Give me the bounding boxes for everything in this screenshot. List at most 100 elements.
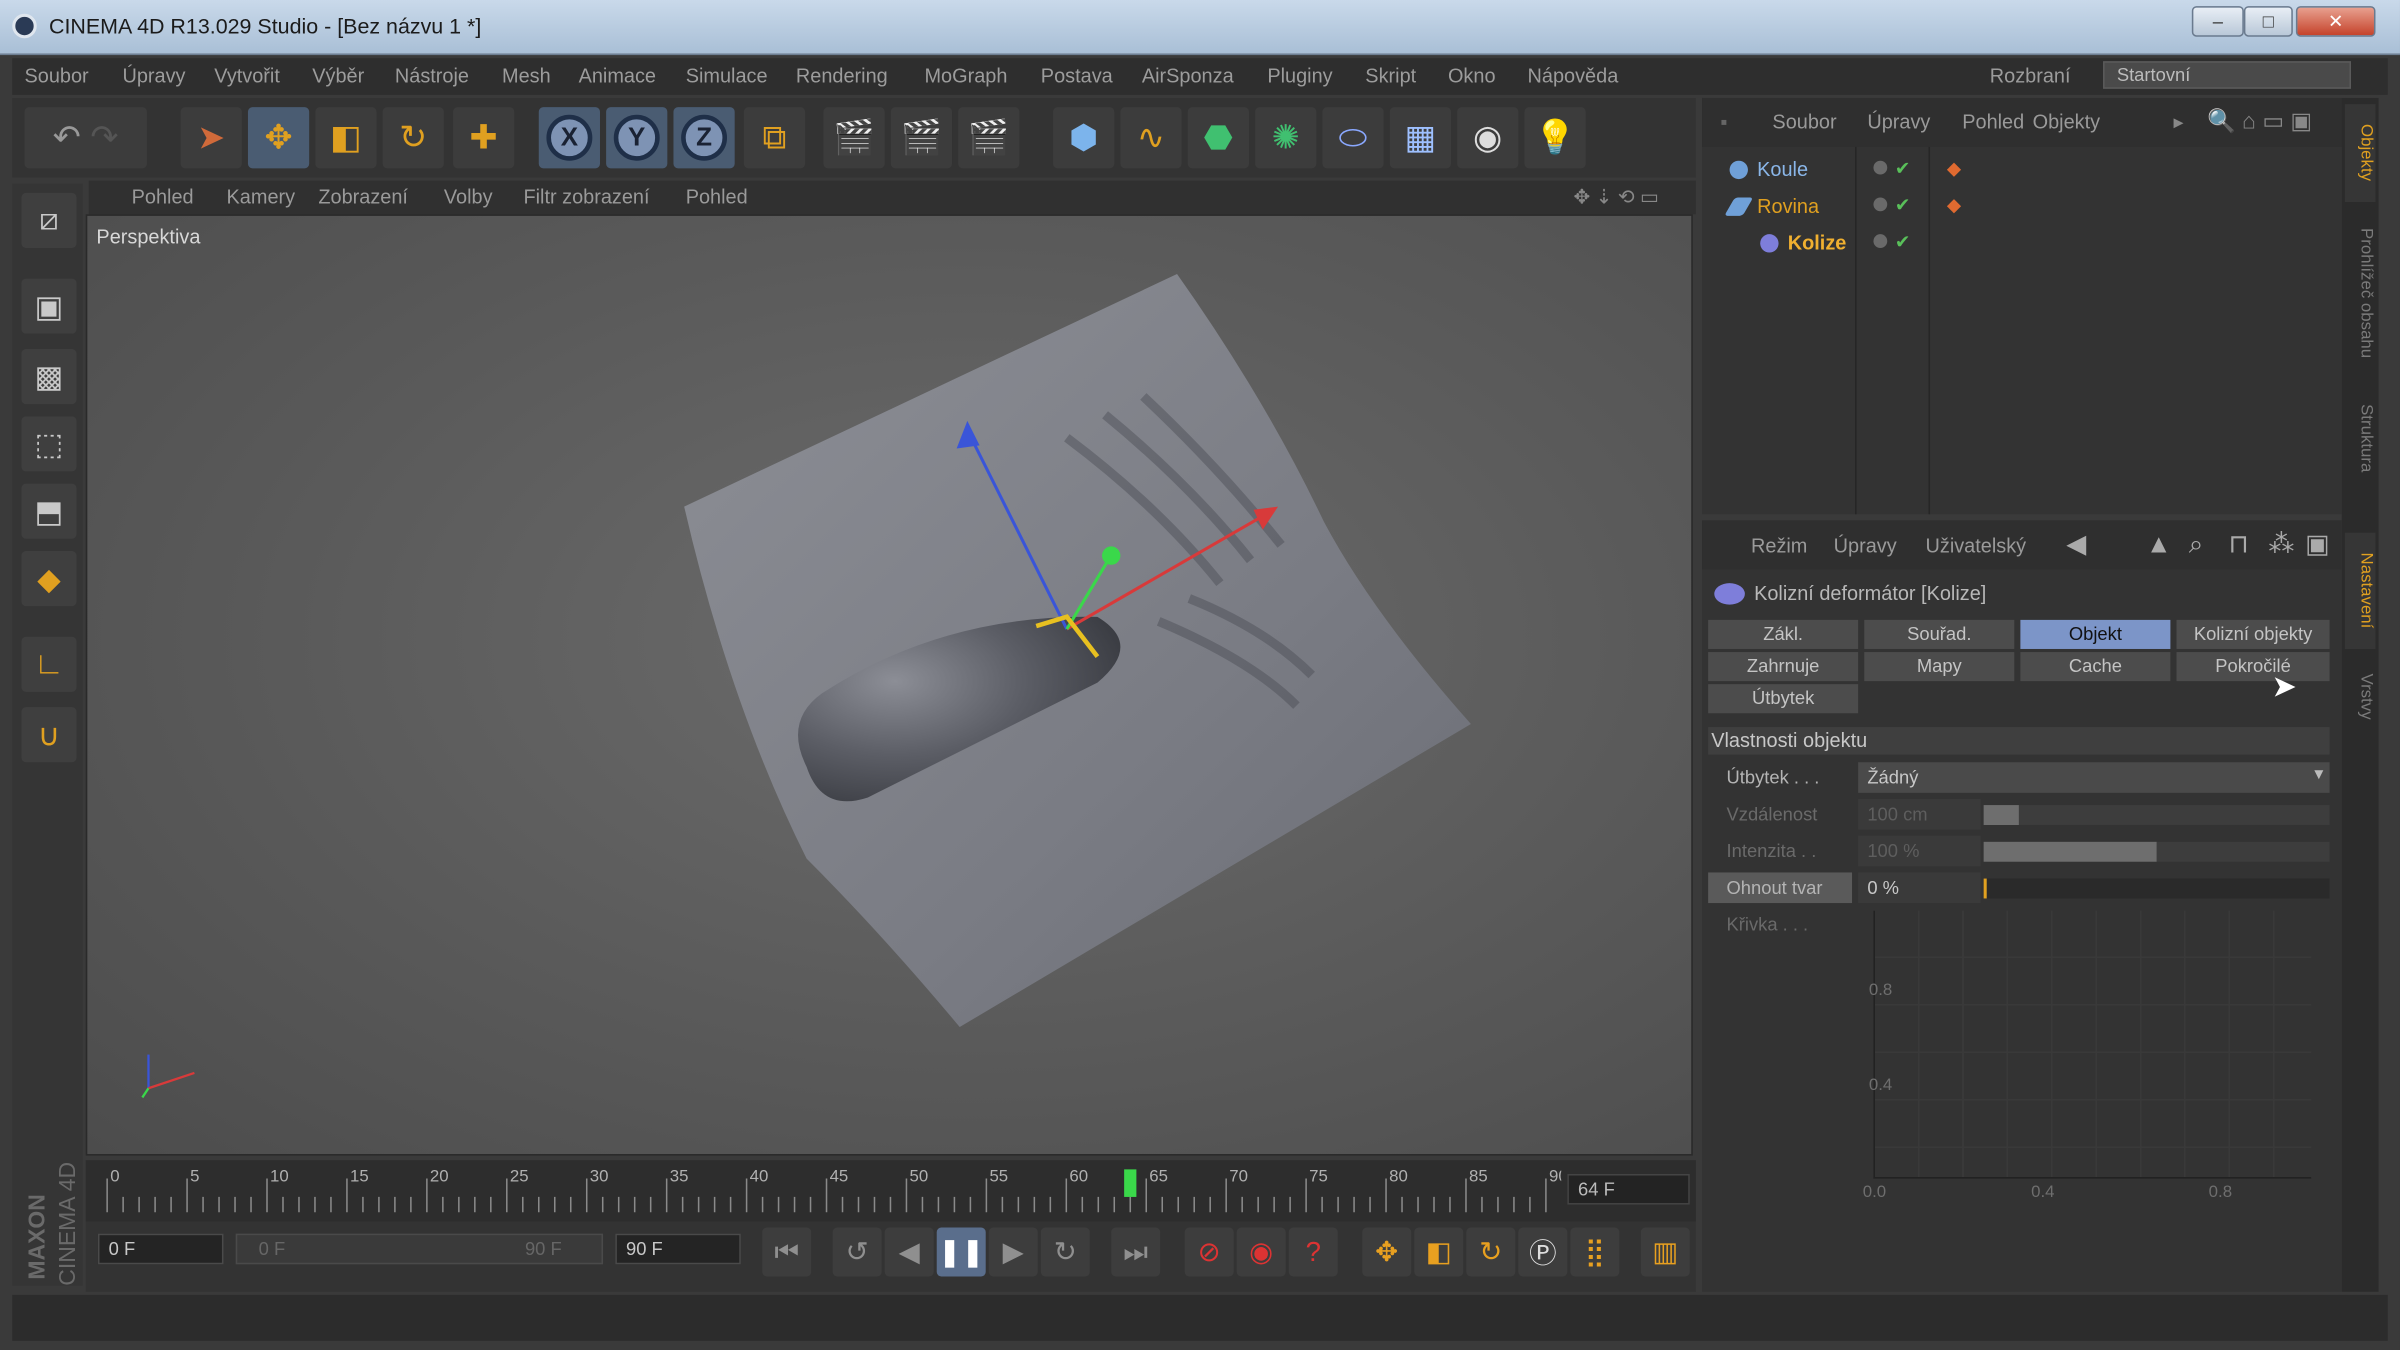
scale-tool-icon[interactable]: ◧: [315, 107, 377, 169]
end-frame-field[interactable]: 90 F: [615, 1233, 741, 1265]
layout-dropdown[interactable]: Startovní: [2103, 61, 2352, 89]
om-menu-pohled[interactable]: Pohled: [1962, 110, 2024, 133]
vzdalenost-slider[interactable]: [1983, 805, 2330, 825]
falloff-curve-graph[interactable]: 0.8 0.4 0.0 0.4 0.8: [1863, 910, 2312, 1202]
menu-postava[interactable]: Postava: [1041, 64, 1113, 87]
ohnout-tvar-slider[interactable]: [1983, 878, 2330, 899]
timeline-scale[interactable]: 0 5 10 15 20 25 30 35 40 45 50 55 60 65 70 75 80 85 90: [92, 1163, 1561, 1215]
tab-objekt[interactable]: Objekt: [2020, 619, 2171, 649]
enabled-check-icon[interactable]: ✔: [1895, 231, 1910, 252]
y-axis-lock-button[interactable]: Y: [606, 107, 668, 169]
om-search-icon[interactable]: 🔍 ⌂ ▭ ▣: [2207, 107, 2312, 135]
new-window-icon[interactable]: ▣: [2305, 530, 2330, 561]
param-utbytek[interactable]: Útbytek . . . Žádný ▼: [1708, 762, 2330, 793]
prev-frame-icon[interactable]: ◀: [884, 1227, 934, 1277]
object-row-koule[interactable]: Koule ✔ ◆: [1714, 153, 2334, 187]
menu-soubor[interactable]: Soubor: [24, 64, 88, 87]
utbytek-dropdown[interactable]: Žádný: [1858, 762, 2330, 793]
tab-mapy[interactable]: Mapy: [1864, 652, 2015, 682]
am-menu-uzivatelsky[interactable]: Uživatelský: [1925, 534, 2026, 557]
enabled-check-icon[interactable]: ✔: [1895, 158, 1910, 179]
menu-skript[interactable]: Skript: [1365, 64, 1416, 87]
ohnout-tvar-field[interactable]: 0 %: [1858, 872, 1981, 904]
current-frame-field[interactable]: 64 F: [1567, 1173, 1690, 1205]
back-arrow-icon[interactable]: ◀: [2066, 530, 2086, 561]
menu-upravy[interactable]: Úpravy: [122, 64, 185, 87]
menu-mesh[interactable]: Mesh: [502, 64, 551, 87]
visibility-dot[interactable]: [1873, 234, 1888, 248]
menu-simulace[interactable]: Simulace: [686, 64, 768, 87]
snap-magnet-icon[interactable]: ∪: [21, 707, 77, 763]
polygons-mode-icon[interactable]: ◆: [21, 551, 77, 607]
viewport-menu-pohled-2[interactable]: Pohled: [686, 185, 748, 208]
viewport-menu-kamery[interactable]: Kamery: [227, 185, 296, 208]
visibility-dot[interactable]: [1873, 197, 1888, 212]
points-mode-icon[interactable]: ⬚: [21, 416, 77, 472]
lock-icon[interactable]: ⊓: [2229, 530, 2249, 561]
viewport-menu-pohled[interactable]: Pohled: [132, 185, 194, 208]
texture-mode-icon[interactable]: ▩: [21, 348, 77, 405]
select-tool-icon[interactable]: ➤: [180, 107, 242, 169]
camera-icon[interactable]: ◉: [1457, 107, 1519, 169]
menu-okno[interactable]: Okno: [1448, 64, 1496, 87]
go-to-start-icon[interactable]: ⏮: [762, 1227, 812, 1277]
am-menu-rezim[interactable]: Režim: [1751, 534, 1807, 557]
visibility-dot[interactable]: [1873, 160, 1888, 175]
autokey-icon[interactable]: ◉: [1236, 1227, 1286, 1277]
timeline-window-icon[interactable]: ▥: [1640, 1227, 1690, 1277]
edges-mode-icon[interactable]: ⬒: [21, 483, 77, 539]
viewport-menu-zobrazeni[interactable]: Zobrazení: [318, 185, 408, 208]
object-row-kolize[interactable]: Kolize ✔: [1714, 227, 2334, 261]
menu-rendering[interactable]: Rendering: [796, 64, 888, 87]
tab-nastaveni[interactable]: Nastavení: [2344, 532, 2376, 649]
om-more-icon[interactable]: ▸: [2173, 110, 2183, 134]
tab-kolizni-objekty[interactable]: Kolizní objekty: [2176, 619, 2330, 649]
menu-napoveda[interactable]: Nápověda: [1528, 64, 1619, 87]
up-arrow-icon[interactable]: ▲: [2146, 530, 2172, 561]
x-axis-lock-button[interactable]: X: [538, 107, 600, 169]
tab-objekty[interactable]: Objekty: [2344, 104, 2376, 203]
z-axis-lock-button[interactable]: Z: [673, 107, 735, 169]
tab-souradnice[interactable]: Souřad.: [1864, 619, 2015, 649]
tag-icon[interactable]: ◆: [1947, 194, 1961, 215]
tab-zahrnuje[interactable]: Zahrnuje: [1708, 652, 1859, 682]
maximize-button[interactable]: □: [2243, 6, 2293, 37]
prev-key-icon[interactable]: ↺: [832, 1227, 882, 1277]
render-settings-icon[interactable]: 🎬: [958, 107, 1020, 169]
keyframe-selection-icon[interactable]: ?: [1288, 1227, 1338, 1277]
intenzita-field[interactable]: 100 %: [1858, 835, 1981, 867]
spline-icon[interactable]: ∿: [1120, 107, 1182, 169]
tab-struktura[interactable]: Struktura: [2345, 389, 2375, 487]
viewport-navigation-icons[interactable]: ✥ ⇣ ⟲ ▭: [1573, 185, 1658, 209]
axis-mode-icon[interactable]: ∟: [21, 636, 77, 692]
preview-range-slider[interactable]: 0 F 90 F: [235, 1233, 604, 1265]
make-editable-icon[interactable]: ⧄: [21, 192, 77, 248]
cube-object-icon[interactable]: ⬢: [1053, 107, 1115, 169]
viewport-menu-volby[interactable]: Volby: [444, 185, 493, 208]
light-icon[interactable]: 💡: [1524, 107, 1586, 169]
3d-viewport[interactable]: Perspektiva: [85, 214, 1693, 1156]
search-icon[interactable]: ⌕: [2189, 530, 2204, 561]
key-parameter-icon[interactable]: Ⓟ: [1518, 1227, 1568, 1277]
menu-mograph[interactable]: MoGraph: [924, 64, 1007, 87]
render-view-icon[interactable]: 🎬: [823, 107, 885, 169]
coordinate-system-icon[interactable]: ⧉: [743, 107, 806, 169]
om-menu-upravy[interactable]: Úpravy: [1867, 110, 1930, 133]
mograph-cloner-icon[interactable]: ✺: [1255, 107, 1317, 169]
tag-icon[interactable]: ◆: [1947, 158, 1961, 179]
menu-vytvorit[interactable]: Vytvořit: [214, 64, 280, 87]
key-pla-icon[interactable]: ⣿: [1570, 1227, 1620, 1277]
close-button[interactable]: ✕: [2295, 6, 2376, 37]
menu-pluginy[interactable]: Pluginy: [1267, 64, 1332, 87]
environment-floor-icon[interactable]: ▦: [1389, 107, 1452, 169]
key-scale-icon[interactable]: ◧: [1414, 1227, 1464, 1277]
start-frame-field[interactable]: 0 F: [97, 1233, 224, 1265]
menu-vyber[interactable]: Výběr: [312, 64, 364, 87]
param-intenzita[interactable]: Intenzita . . 100 %: [1708, 835, 2330, 867]
intenzita-slider[interactable]: [1983, 841, 2330, 862]
am-menu-upravy[interactable]: Úpravy: [1834, 534, 1897, 557]
go-to-end-icon[interactable]: ⏭: [1111, 1227, 1161, 1277]
tab-zakl[interactable]: Zákl.: [1708, 619, 1859, 649]
tab-vrstvy[interactable]: Vrstvy: [2345, 658, 2375, 735]
menu-airsponza[interactable]: AirSponza: [1142, 64, 1234, 87]
